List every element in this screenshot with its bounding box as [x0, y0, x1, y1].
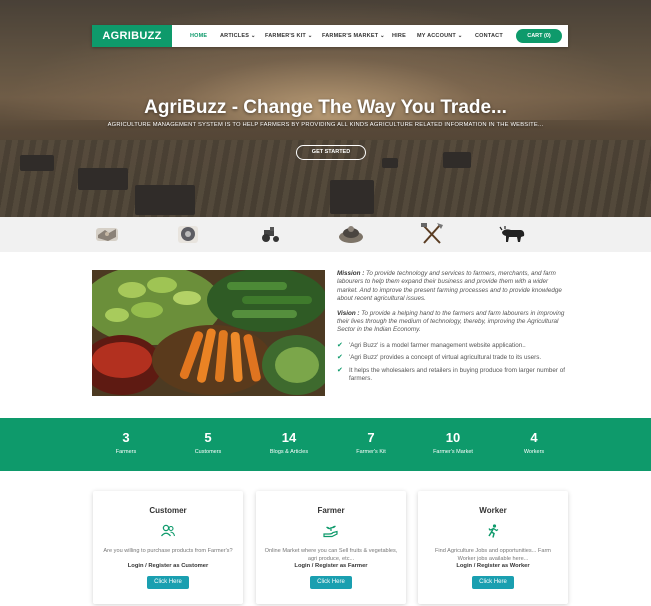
users-icon [160, 524, 176, 538]
get-started-button[interactable]: GET STARTED [296, 145, 366, 160]
stat-value: 3 [122, 430, 130, 445]
nav-articles[interactable]: ARTICLES ⌄ [220, 25, 256, 47]
stat-value: 14 [281, 430, 297, 445]
vision-body: To provide a helping hand to the farmers… [337, 309, 565, 334]
handshake-icon[interactable] [93, 222, 121, 246]
nav-farmers-market[interactable]: FARMER'S MARKET ⌄ [322, 25, 385, 47]
stat-farmers-market: 10 Farmer's Market [413, 430, 493, 456]
vision-paragraph: Vision : To provide a helping hand to th… [337, 310, 569, 335]
login-register-link[interactable]: Login / Register as Farmer [256, 563, 406, 569]
customer-card: Customer Are you willing to purchase pro… [93, 491, 243, 604]
card-description: Are you willing to purchase products fro… [103, 548, 233, 554]
nav-home[interactable]: HOME [190, 25, 207, 47]
vision-label: Vision : [337, 309, 360, 317]
list-item: ✔ 'Agri Buzz' is a model farmer managemen… [337, 342, 569, 350]
stat-value: 7 [367, 430, 375, 445]
site-logo[interactable]: AGRIBUZZ [92, 25, 172, 47]
stat-label: Workers [523, 449, 545, 455]
stat-blogs: 14 Blogs & Articles [249, 430, 329, 456]
hero-subtitle: AGRICULTURE MANAGEMENT SYSTEM IS TO HELP… [107, 122, 544, 128]
stat-value: 5 [204, 430, 212, 445]
check-icon: ✔ [337, 366, 343, 374]
hero-banner: AGRIBUZZ HOME ARTICLES ⌄ FARMER'S KIT ⌄ … [0, 0, 651, 217]
vegetables-image [92, 270, 325, 396]
card-title: Farmer [317, 506, 345, 515]
nav-hire[interactable]: HIRE [392, 25, 406, 47]
seed-bag-icon[interactable] [174, 222, 202, 246]
worker-card: Worker Find Agriculture Jobs and opportu… [418, 491, 568, 604]
stat-value: 4 [530, 430, 538, 445]
bullet-text: It helps the wholesalers and retailers i… [349, 366, 565, 383]
card-title: Customer [149, 506, 187, 515]
cart-button[interactable]: CART (0) [516, 29, 562, 43]
top-navbar: AGRIBUZZ HOME ARTICLES ⌄ FARMER'S KIT ⌄ … [92, 25, 568, 47]
mission-label: Mission : [337, 270, 365, 277]
stat-label: Farmers [115, 449, 137, 455]
mission-vision-text: Mission : To provide technology and serv… [337, 270, 569, 341]
click-here-button[interactable]: Click Here [472, 576, 514, 589]
card-description: Online Market where you can Sell fruits … [264, 548, 398, 562]
login-register-link[interactable]: Login / Register as Worker [418, 563, 568, 569]
nav-my-account[interactable]: MY ACCOUNT ⌄ [417, 25, 463, 47]
click-here-button[interactable]: Click Here [310, 576, 352, 589]
list-item: ✔ It helps the wholesalers and retailers … [337, 367, 569, 384]
vegetables-illustration [92, 270, 325, 396]
harvest-icon[interactable] [337, 222, 365, 246]
feature-bullets: ✔ 'Agri Buzz' is a model farmer managemen… [337, 342, 569, 388]
seedling-hand-icon [323, 524, 339, 538]
farmer-card: Farmer Online Market where you can Sell … [256, 491, 406, 604]
check-icon: ✔ [337, 342, 343, 349]
bull-plough-icon[interactable] [499, 222, 527, 246]
card-title: Worker [479, 506, 507, 515]
tractor-icon[interactable] [256, 222, 284, 246]
mission-body: To provide technology and services to fa… [337, 270, 562, 303]
stat-label: Customers [194, 449, 222, 455]
bullet-text: 'Agri Buzz' provides a concept of virtua… [349, 354, 542, 362]
tools-icon[interactable] [418, 222, 446, 246]
stat-label: Farmer's Kit [356, 449, 386, 455]
hero-title: AgriBuzz - Change The Way You Trade... [144, 97, 507, 118]
login-register-link[interactable]: Login / Register as Customer [93, 563, 243, 569]
list-item: ✔ 'Agri Buzz' provides a concept of virtu… [337, 354, 569, 362]
stat-label: Farmer's Market [433, 449, 473, 455]
stat-customers: 5 Customers [168, 430, 248, 456]
bullet-text: 'Agri Buzz' is a model farmer management… [349, 342, 526, 349]
card-description: Find Agriculture Jobs and opportunities.… [435, 548, 551, 562]
click-here-button[interactable]: Click Here [147, 576, 189, 589]
category-icon-bar [0, 217, 651, 252]
check-icon: ✔ [337, 354, 343, 362]
stats-band: 3 Farmers 5 Customers 14 Blogs & Articles 7… [0, 418, 651, 471]
stat-label: Blogs & Articles [269, 449, 309, 455]
stat-farmers-kit: 7 Farmer's Kit [331, 430, 411, 456]
running-person-icon [485, 524, 501, 538]
stat-farmers: 3 Farmers [86, 430, 166, 456]
stat-value: 10 [445, 430, 461, 445]
nav-contact[interactable]: CONTACT [475, 25, 503, 47]
stat-workers: 4 Workers [494, 430, 574, 456]
mission-paragraph: Mission : To provide technology and serv… [337, 270, 569, 304]
nav-farmers-kit[interactable]: FARMER'S KIT ⌄ [265, 25, 313, 47]
